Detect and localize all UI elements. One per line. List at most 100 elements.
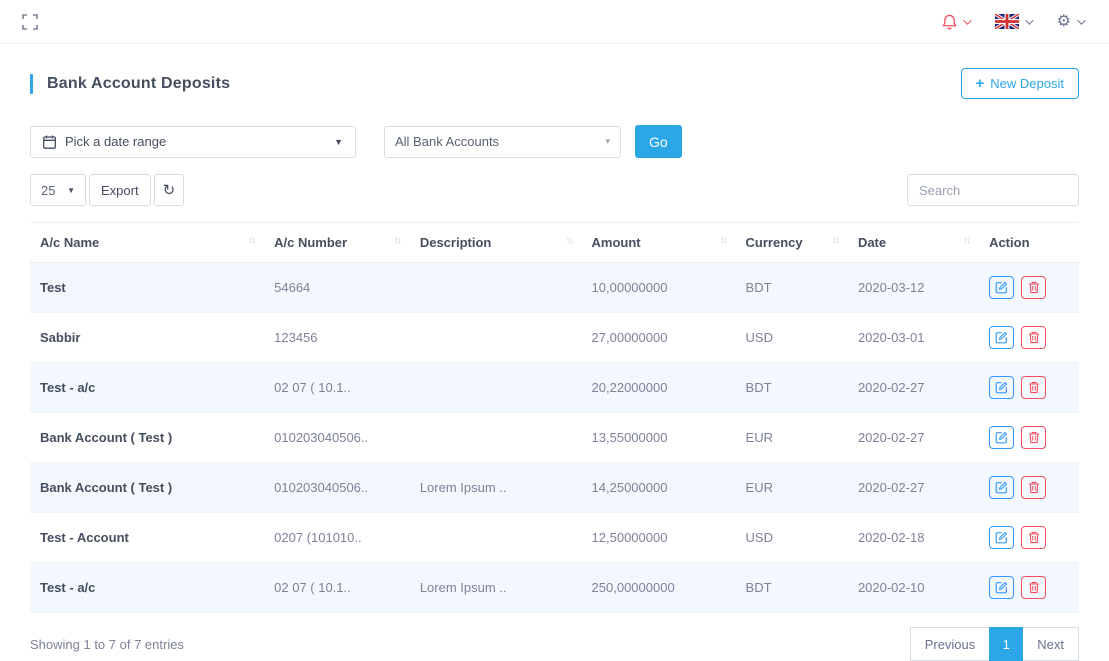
edit-icon — [995, 381, 1008, 394]
bell-icon — [942, 14, 957, 30]
sort-icon: ↑↓ — [963, 235, 969, 246]
uk-flag-icon — [995, 14, 1019, 29]
deposits-table: A/c Name↑↓ A/c Number↑↓ Description↑↓ Am… — [30, 222, 1079, 613]
refresh-button[interactable]: ↻ — [154, 174, 185, 206]
fullscreen-toggle-button[interactable] — [22, 14, 38, 30]
delete-row-button[interactable] — [1021, 276, 1046, 299]
edit-row-button[interactable] — [989, 326, 1014, 349]
cell-actions — [979, 563, 1079, 613]
cell-date: 2020-02-10 — [848, 563, 979, 613]
cell-currency: EUR — [736, 463, 848, 513]
go-button[interactable]: Go — [635, 125, 682, 158]
cell-number: 02 07 ( 10.1.. — [264, 563, 410, 613]
cell-name: Sabbir — [30, 313, 264, 363]
cell-date: 2020-03-01 — [848, 313, 979, 363]
cell-number: 123456 — [264, 313, 410, 363]
cell-name: Test - a/c — [30, 563, 264, 613]
pagination-page-1-button[interactable]: 1 — [989, 627, 1023, 661]
caret-down-icon: ▼ — [334, 137, 343, 147]
date-range-picker[interactable]: Pick a date range ▼ — [30, 126, 356, 158]
cell-actions — [979, 363, 1079, 413]
cell-number: 02 07 ( 10.1.. — [264, 363, 410, 413]
delete-row-button[interactable] — [1021, 526, 1046, 549]
cell-name: Test — [30, 263, 264, 313]
column-header-date[interactable]: Date↑↓ — [848, 223, 979, 263]
export-button[interactable]: Export — [89, 174, 151, 206]
settings-menu[interactable]: ⚙ — [1057, 14, 1083, 30]
cell-number: 0207 (101010.. — [264, 513, 410, 563]
table-header-row: A/c Name↑↓ A/c Number↑↓ Description↑↓ Am… — [30, 223, 1079, 263]
cell-currency: BDT — [736, 363, 848, 413]
bank-account-selected-value: All Bank Accounts — [395, 134, 499, 149]
topbar: ⚙ — [0, 0, 1109, 44]
cell-desc: Lorem Ipsum .. — [410, 563, 582, 613]
page-size-select[interactable]: 25 ▼ — [30, 174, 86, 206]
edit-row-button[interactable] — [989, 576, 1014, 599]
trash-icon — [1028, 581, 1040, 594]
table-row: Test - Account0207 (101010..12,50000000U… — [30, 513, 1079, 563]
table-footer: Showing 1 to 7 of 7 entries Previous 1 N… — [30, 627, 1079, 661]
delete-row-button[interactable] — [1021, 476, 1046, 499]
fullscreen-icon — [22, 14, 38, 30]
cell-number: 010203040506.. — [264, 463, 410, 513]
edit-row-button[interactable] — [989, 526, 1014, 549]
column-header-description[interactable]: Description↑↓ — [410, 223, 582, 263]
table-row: Bank Account ( Test )010203040506..13,55… — [30, 413, 1079, 463]
edit-icon — [995, 281, 1008, 294]
edit-row-button[interactable] — [989, 426, 1014, 449]
cell-currency: EUR — [736, 413, 848, 463]
cell-amount: 27,00000000 — [582, 313, 736, 363]
sort-icon: ↑↓ — [832, 235, 838, 246]
sort-icon: ↑↓ — [394, 235, 400, 246]
refresh-icon: ↻ — [163, 181, 176, 199]
cell-currency: BDT — [736, 563, 848, 613]
cell-number: 010203040506.. — [264, 413, 410, 463]
cell-name: Bank Account ( Test ) — [30, 413, 264, 463]
pagination-next-button[interactable]: Next — [1022, 627, 1079, 661]
title-accent-bar — [30, 74, 33, 94]
table-row: Test - a/c02 07 ( 10.1..20,22000000BDT20… — [30, 363, 1079, 413]
cell-desc — [410, 263, 582, 313]
delete-row-button[interactable] — [1021, 326, 1046, 349]
pagination-previous-button[interactable]: Previous — [910, 627, 991, 661]
new-deposit-button[interactable]: + New Deposit — [961, 68, 1079, 99]
column-header-ac-number[interactable]: A/c Number↑↓ — [264, 223, 410, 263]
new-deposit-label: New Deposit — [990, 76, 1064, 91]
search-input[interactable] — [907, 174, 1079, 206]
cell-amount: 10,00000000 — [582, 263, 736, 313]
cell-actions — [979, 413, 1079, 463]
edit-row-button[interactable] — [989, 376, 1014, 399]
trash-icon — [1028, 381, 1040, 394]
edit-icon — [995, 331, 1008, 344]
column-header-currency[interactable]: Currency↑↓ — [736, 223, 848, 263]
chevron-down-icon — [963, 16, 971, 24]
chevron-down-icon — [1077, 16, 1085, 24]
cell-name: Test - a/c — [30, 363, 264, 413]
column-header-ac-name[interactable]: A/c Name↑↓ — [30, 223, 264, 263]
caret-down-icon: ▾ — [605, 136, 610, 147]
cell-date: 2020-02-18 — [848, 513, 979, 563]
cell-desc — [410, 313, 582, 363]
column-header-amount[interactable]: Amount↑↓ — [582, 223, 736, 263]
delete-row-button[interactable] — [1021, 576, 1046, 599]
edit-icon — [995, 481, 1008, 494]
page-header: Bank Account Deposits + New Deposit — [30, 68, 1079, 99]
cell-date: 2020-02-27 — [848, 363, 979, 413]
cell-currency: USD — [736, 313, 848, 363]
delete-row-button[interactable] — [1021, 426, 1046, 449]
table-row: Test - a/c02 07 ( 10.1..Lorem Ipsum ..25… — [30, 563, 1079, 613]
bank-account-select[interactable]: All Bank Accounts ▾ — [384, 126, 621, 158]
table-toolbar: 25 ▼ Export ↻ — [30, 174, 1079, 206]
cell-name: Bank Account ( Test ) — [30, 463, 264, 513]
notifications-menu[interactable] — [942, 14, 969, 30]
edit-row-button[interactable] — [989, 476, 1014, 499]
cell-amount: 250,00000000 — [582, 563, 736, 613]
cell-desc: Lorem Ipsum .. — [410, 463, 582, 513]
pagination: Previous 1 Next — [911, 627, 1079, 661]
language-menu[interactable] — [995, 14, 1031, 29]
trash-icon — [1028, 281, 1040, 294]
edit-row-button[interactable] — [989, 276, 1014, 299]
chevron-down-icon — [1025, 16, 1033, 24]
delete-row-button[interactable] — [1021, 376, 1046, 399]
edit-icon — [995, 581, 1008, 594]
